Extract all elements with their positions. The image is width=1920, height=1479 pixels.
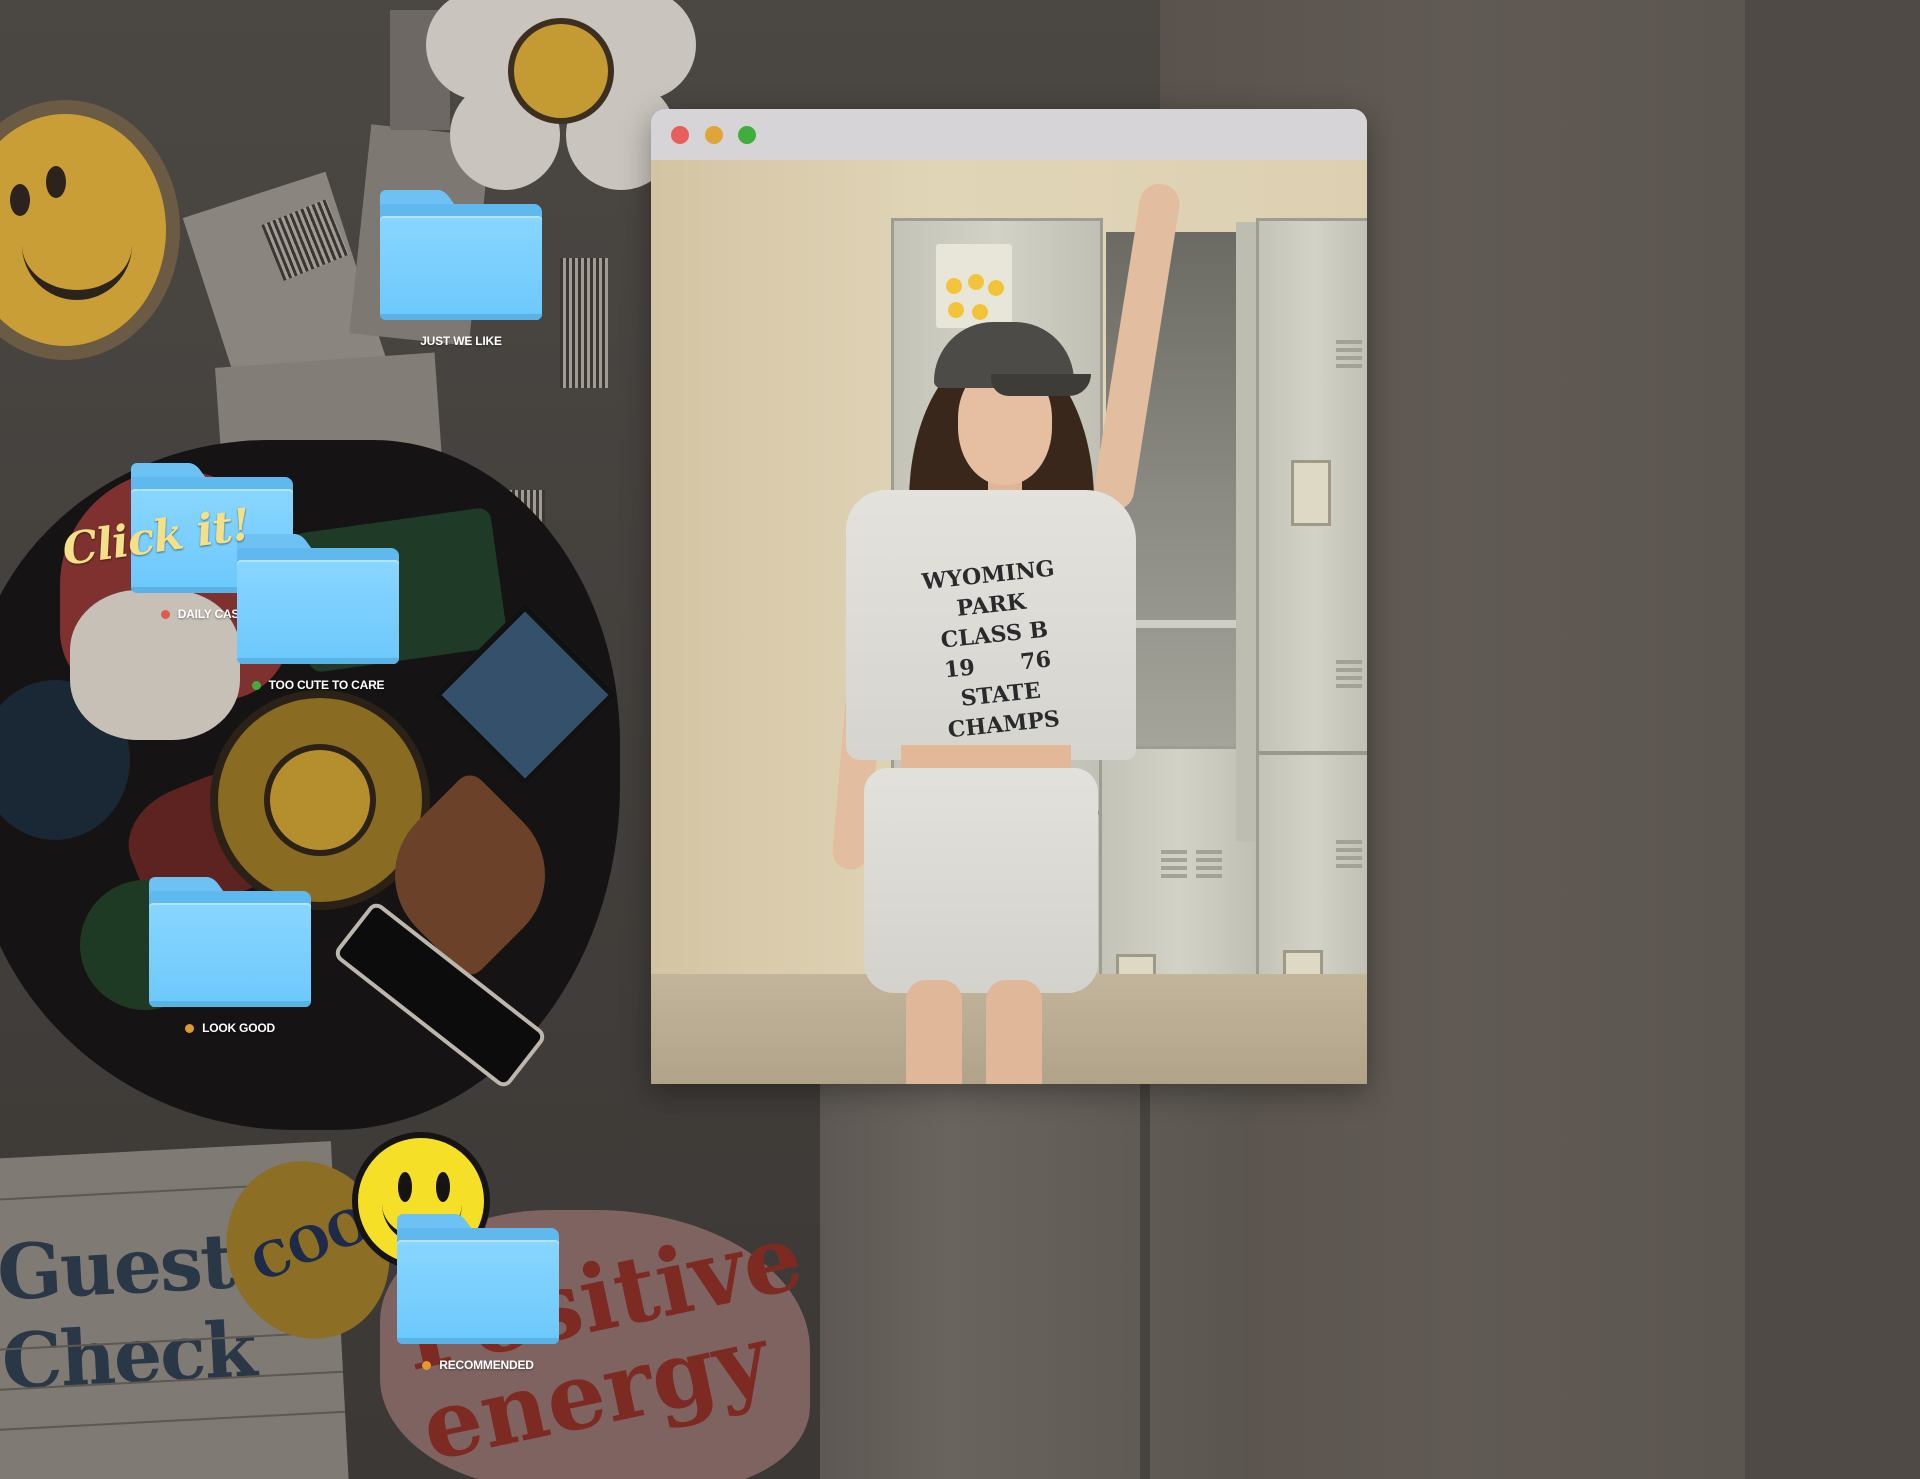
folder-name: LOOK GOOD [202,1021,275,1035]
minimize-button[interactable] [705,126,723,144]
red-tag-dot [160,609,170,619]
folder-just-we-like[interactable]: JUST WE LIKE [373,190,549,348]
locker-vent [1336,340,1362,344]
folder-label[interactable]: RECOMMENDED [390,1358,566,1372]
wallpaper-flower-sticker [426,0,696,190]
folder-label[interactable]: LOOK GOOD [142,1021,318,1035]
folder-icon[interactable] [149,877,311,1007]
locker-vent [1196,850,1222,854]
model-leg [906,980,962,1084]
folder-recommended[interactable]: RECOMMENDED [390,1214,566,1372]
folder-name: RECOMMENDED [439,1358,534,1372]
locker-divider [1259,751,1367,755]
locker-vent [1161,850,1187,854]
wallpaper-smiley-mouth [22,234,132,300]
wallpaper-flower-center [508,18,614,124]
folder-icon[interactable] [397,1214,559,1344]
photo-locker-door [1236,222,1256,842]
photo-viewer-window[interactable]: WYOMING PARK CLASS B 19 76 STATE CHAMPS [651,109,1367,1084]
folder-label[interactable]: TOO CUTE TO CARE [230,678,406,692]
maximize-button[interactable] [738,126,756,144]
folder-label[interactable]: JUST WE LIKE [373,334,549,348]
folder-icon[interactable] [380,190,542,320]
wallpaper-sun-center [264,744,376,856]
folder-front [380,216,542,320]
guest-check-rule [0,1410,346,1432]
folder-icon[interactable] [237,534,399,664]
model-skirt [864,768,1098,993]
locker-handle [1291,460,1331,526]
wallpaper-barcode [560,258,608,388]
wallpaper-pillar [820,1060,1250,1479]
wallpaper-pillar-edge [1140,1060,1150,1479]
model-leg [986,980,1042,1084]
wallpaper-smiley-eye [46,166,66,198]
folder-name: JUST WE LIKE [420,334,502,348]
locker-vent [1336,660,1362,664]
window-photo: WYOMING PARK CLASS B 19 76 STATE CHAMPS [651,160,1367,1084]
wallpaper-smiley-eye [10,184,30,216]
sticker-dot [988,280,1004,296]
sticker-dot [946,278,962,294]
orange-tag-dot [422,1360,432,1370]
sticker-dot [968,274,984,290]
orange-tag-dot [185,1023,195,1033]
folder-front [149,903,311,1007]
photo-sticker-sheet [936,244,1012,328]
folder-name: TOO CUTE TO CARE [268,678,385,692]
folder-look-good[interactable]: LOOK GOOD [142,877,318,1035]
model-cap-brim [991,374,1091,396]
green-tag-dot [251,680,261,690]
folder-front [237,560,399,664]
wallpaper-door-frame [1745,0,1920,1479]
locker-vent [1336,840,1362,844]
folder-too-cute-to-care[interactable]: TOO CUTE TO CARE [230,534,406,692]
folder-front [397,1240,559,1344]
shirt-print: WYOMING PARK CLASS B 19 76 STATE CHAMPS [892,551,1100,750]
close-button[interactable] [671,126,689,144]
sticker-dot [948,302,964,318]
window-titlebar[interactable] [651,109,1367,160]
sticker-dot [972,304,988,320]
